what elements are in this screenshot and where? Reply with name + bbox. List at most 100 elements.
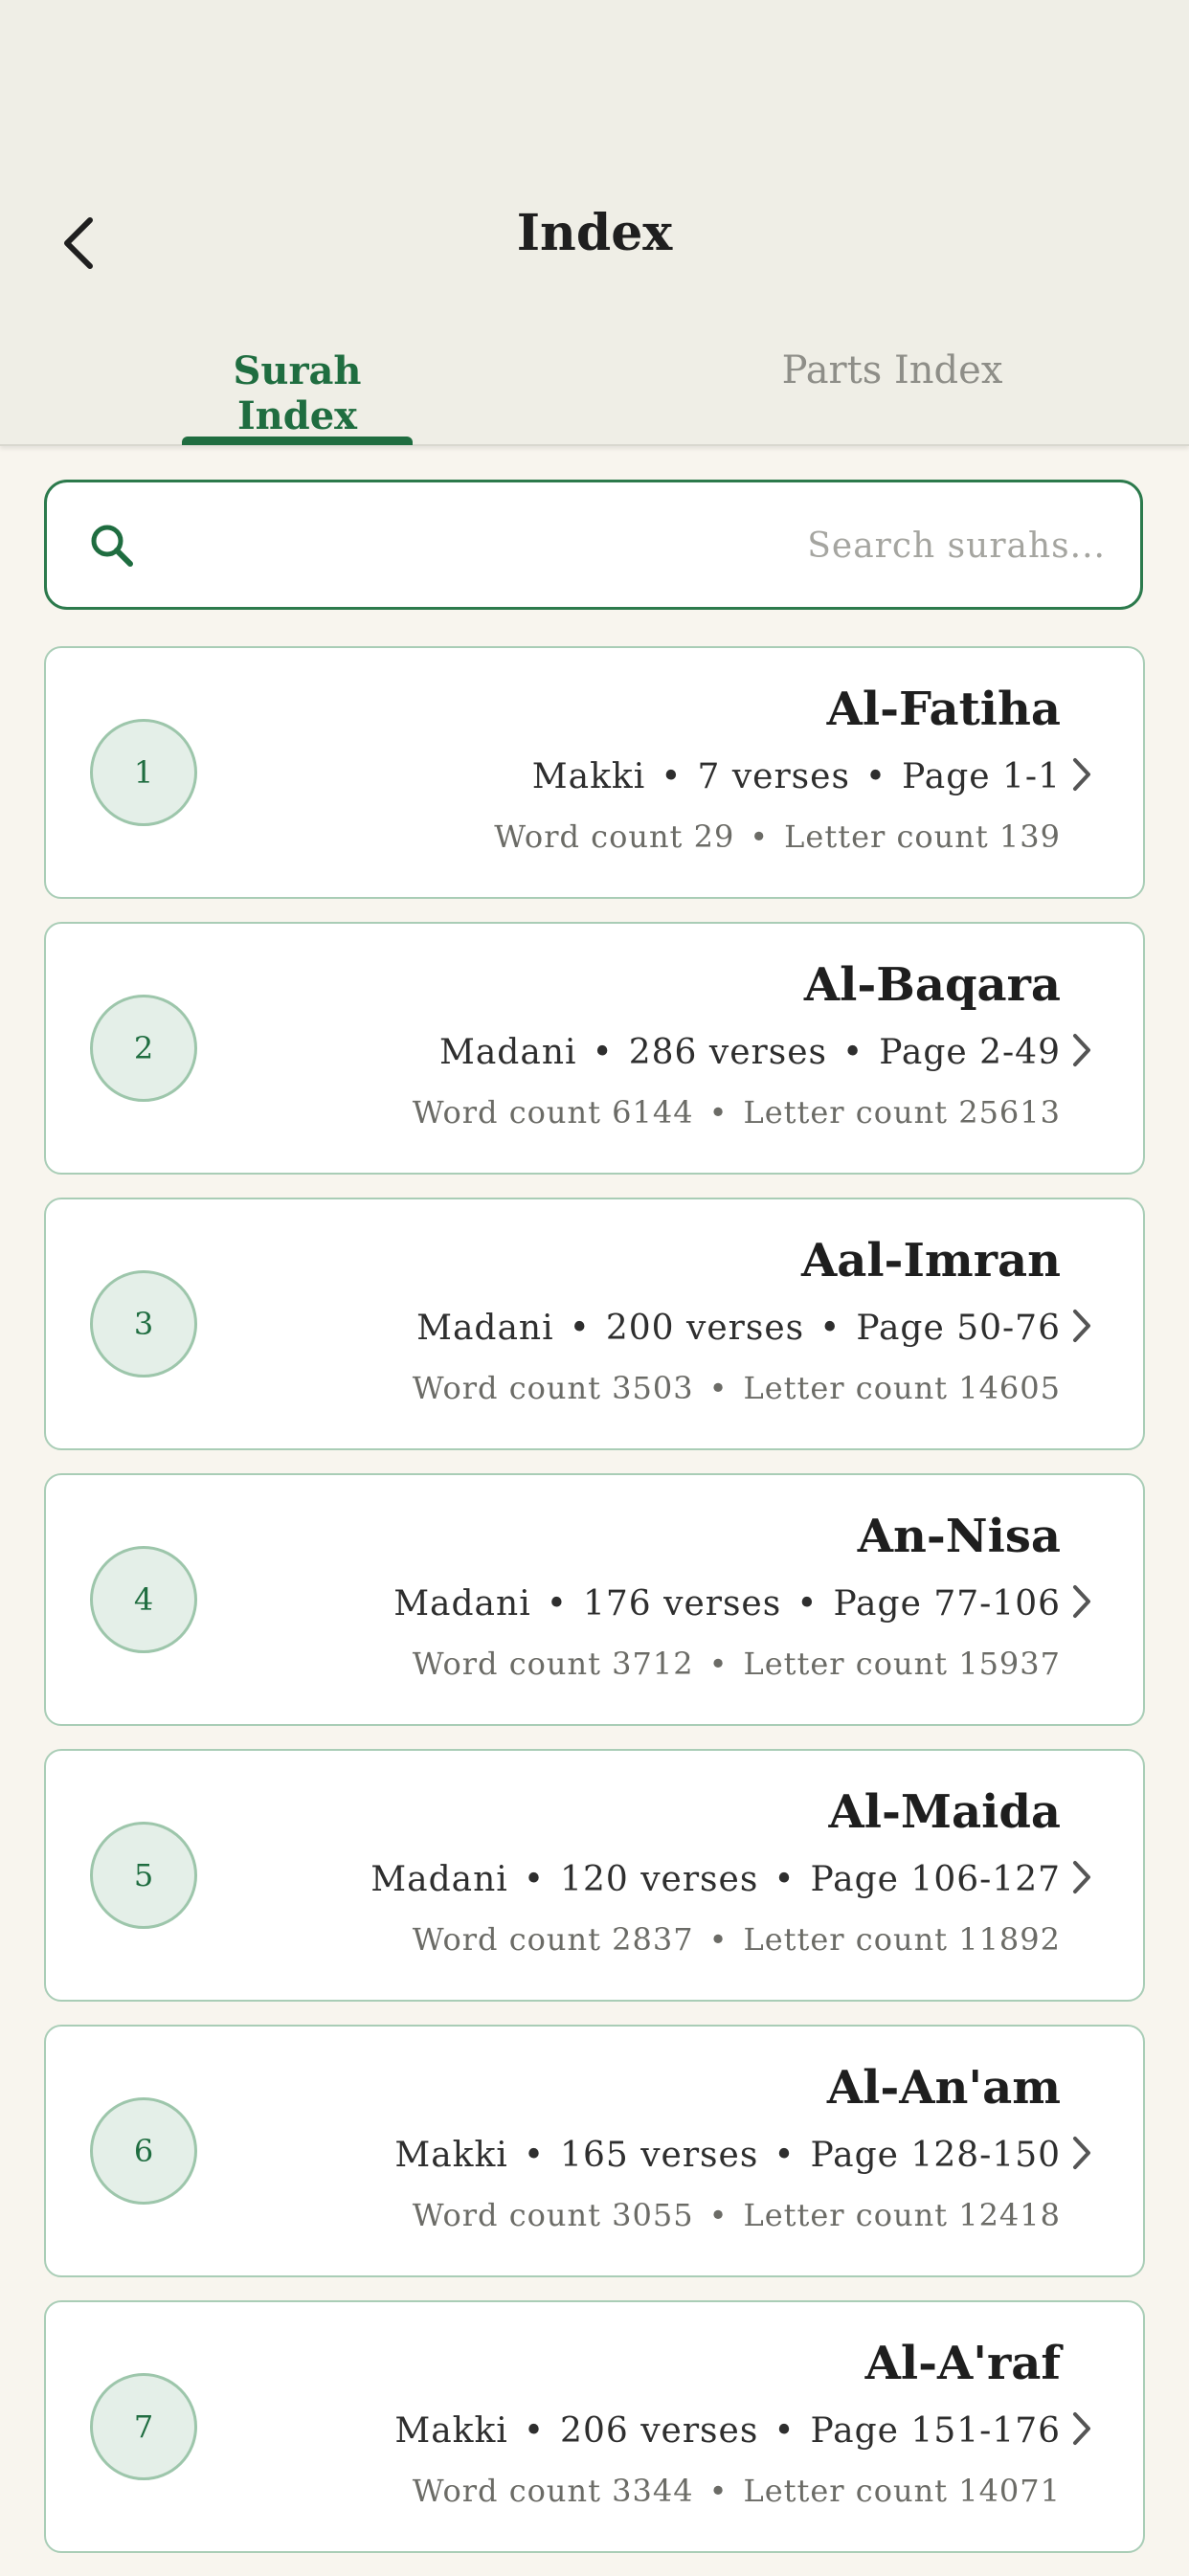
surah-count-line: Word count 3712 • Letter count 15937 xyxy=(413,1646,1061,1682)
separator-dot: • xyxy=(864,757,887,796)
chevron-right-icon xyxy=(1073,1861,1090,1893)
chevron-right-icon xyxy=(1073,2412,1090,2445)
surah-pages: Page 151-176 xyxy=(810,2411,1061,2451)
surah-verses: 206 verses xyxy=(560,2411,759,2451)
surah-letter-count: Letter count 14071 xyxy=(743,2473,1061,2509)
tab-surah-index[interactable]: Surah Index xyxy=(182,348,413,438)
separator-dot: • xyxy=(523,2136,546,2175)
surah-count-line: Word count 3344 • Letter count 14071 xyxy=(413,2473,1061,2509)
separator-dot: • xyxy=(774,2136,796,2175)
surah-letter-count: Letter count 15937 xyxy=(743,1646,1061,1682)
surah-card[interactable]: 2 Al-Baqara Madani • 286 verses • Page 2-49 … xyxy=(44,922,1145,1175)
surah-verses: 7 verses xyxy=(697,757,850,796)
chevron-right-icon xyxy=(1073,1034,1090,1066)
separator-dot: • xyxy=(708,1921,729,1958)
chevron-right-icon xyxy=(1073,758,1090,791)
surah-count-line: Word count 3055 • Letter count 12418 xyxy=(413,2197,1061,2233)
surah-number-badge: 1 xyxy=(90,719,197,826)
surah-count-line: Word count 6144 • Letter count 25613 xyxy=(413,1094,1061,1131)
surah-type: Madani xyxy=(393,1584,531,1624)
surah-info-line: Madani • 120 verses • Page 106-127 xyxy=(370,1860,1061,1899)
surah-word-count: Word count 3712 xyxy=(412,1646,694,1682)
surah-name: Al-A'raf xyxy=(864,2337,1061,2390)
surah-info-line: Makki • 165 verses • Page 128-150 xyxy=(394,2136,1061,2175)
surah-type: Madani xyxy=(438,1033,577,1072)
surah-pages: Page 106-127 xyxy=(810,1860,1061,1899)
surah-verses: 200 verses xyxy=(605,1309,805,1348)
surah-card[interactable]: 7 Al-A'raf Makki • 206 verses • Page 151-176… xyxy=(44,2300,1145,2553)
separator-dot: • xyxy=(819,1309,841,1348)
surah-card[interactable]: 4 An-Nisa Madani • 176 verses • Page 77-106 … xyxy=(44,1473,1145,1726)
surah-name: An-Nisa xyxy=(857,1510,1061,1563)
surah-type: Madani xyxy=(416,1309,554,1348)
surah-card[interactable]: 5 Al-Maida Madani • 120 verses • Page 106-12… xyxy=(44,1749,1145,2002)
surah-pages: Page 50-76 xyxy=(856,1309,1061,1348)
surah-info-line: Makki • 206 verses • Page 151-176 xyxy=(394,2411,1061,2451)
surah-word-count: Word count 3344 xyxy=(412,2473,694,2509)
surah-number-badge: 2 xyxy=(90,995,197,1102)
surah-info-line: Madani • 176 verses • Page 77-106 xyxy=(393,1584,1061,1624)
surah-letter-count: Letter count 11892 xyxy=(743,1921,1061,1958)
search-input[interactable] xyxy=(242,509,1108,582)
separator-dot: • xyxy=(569,1309,591,1348)
surah-number-badge: 7 xyxy=(90,2373,197,2480)
separator-dot: • xyxy=(774,1860,796,1899)
surah-letter-count: Letter count 139 xyxy=(784,818,1061,855)
surah-number-badge: 5 xyxy=(90,1822,197,1929)
surah-letter-count: Letter count 25613 xyxy=(743,1094,1061,1131)
surah-card[interactable]: 3 Aal-Imran Madani • 200 verses • Page 50-76… xyxy=(44,1198,1145,1450)
search-box[interactable] xyxy=(44,480,1143,610)
surah-pages: Page 77-106 xyxy=(833,1584,1061,1624)
surah-verses: 176 verses xyxy=(582,1584,782,1624)
separator-dot: • xyxy=(523,1860,546,1899)
surah-count-line: Word count 3503 • Letter count 14605 xyxy=(413,1370,1061,1406)
separator-dot: • xyxy=(661,757,683,796)
surah-count-line: Word count 2837 • Letter count 11892 xyxy=(413,1921,1061,1958)
surah-number-badge: 6 xyxy=(90,2097,197,2205)
tab-parts-index[interactable]: Parts Index xyxy=(768,348,1017,392)
surah-pages: Page 128-150 xyxy=(810,2136,1061,2175)
search-icon xyxy=(91,525,133,567)
surah-card[interactable]: 6 Al-An'am Makki • 165 verses • Page 128-150… xyxy=(44,2025,1145,2277)
separator-dot: • xyxy=(708,1646,729,1682)
surah-verses: 286 verses xyxy=(628,1033,828,1072)
separator-dot: • xyxy=(842,1033,864,1072)
surah-verses: 120 verses xyxy=(560,1860,759,1899)
surah-type: Makki xyxy=(394,2136,508,2175)
chevron-right-icon xyxy=(1073,2137,1090,2169)
surah-word-count: Word count 2837 xyxy=(412,1921,694,1958)
separator-dot: • xyxy=(546,1584,568,1624)
surah-name: Al-Fatiha xyxy=(826,683,1061,736)
surah-number-badge: 4 xyxy=(90,1546,197,1653)
surah-letter-count: Letter count 12418 xyxy=(743,2197,1061,2233)
active-tab-indicator xyxy=(182,437,413,445)
page-title: Index xyxy=(516,204,673,262)
surah-card[interactable]: 1 Al-Fatiha Makki • 7 verses • Page 1-1 Word… xyxy=(44,646,1145,899)
surah-name: Aal-Imran xyxy=(800,1234,1061,1288)
separator-dot: • xyxy=(774,2411,796,2451)
surah-pages: Page 1-1 xyxy=(902,757,1061,796)
surah-number-badge: 3 xyxy=(90,1270,197,1378)
surah-name: Al-Maida xyxy=(828,1785,1061,1839)
surah-word-count: Word count 3503 xyxy=(412,1370,694,1406)
separator-dot: • xyxy=(796,1584,819,1624)
surah-info-line: Madani • 286 verses • Page 2-49 xyxy=(439,1033,1061,1072)
surah-letter-count: Letter count 14605 xyxy=(743,1370,1061,1406)
surah-name: Al-An'am xyxy=(826,2061,1061,2115)
surah-info-line: Makki • 7 verses • Page 1-1 xyxy=(532,757,1061,796)
chevron-right-icon xyxy=(1073,1585,1090,1618)
separator-dot: • xyxy=(708,2197,729,2233)
separator-dot: • xyxy=(592,1033,614,1072)
chevron-right-icon xyxy=(1073,1310,1090,1342)
surah-type: Makki xyxy=(531,757,646,796)
surah-type: Makki xyxy=(394,2411,508,2451)
surah-list: 1 Al-Fatiha Makki • 7 verses • Page 1-1 Word… xyxy=(44,646,1145,2576)
separator-dot: • xyxy=(750,818,770,855)
surah-word-count: Word count 3055 xyxy=(412,2197,694,2233)
separator-dot: • xyxy=(708,1370,729,1406)
surah-verses: 165 verses xyxy=(560,2136,759,2175)
surah-word-count: Word count 29 xyxy=(494,818,735,855)
app-header: Index Surah Index Parts Index xyxy=(0,0,1189,446)
surah-count-line: Word count 29 • Letter count 139 xyxy=(494,818,1061,855)
surah-type: Madani xyxy=(370,1860,508,1899)
